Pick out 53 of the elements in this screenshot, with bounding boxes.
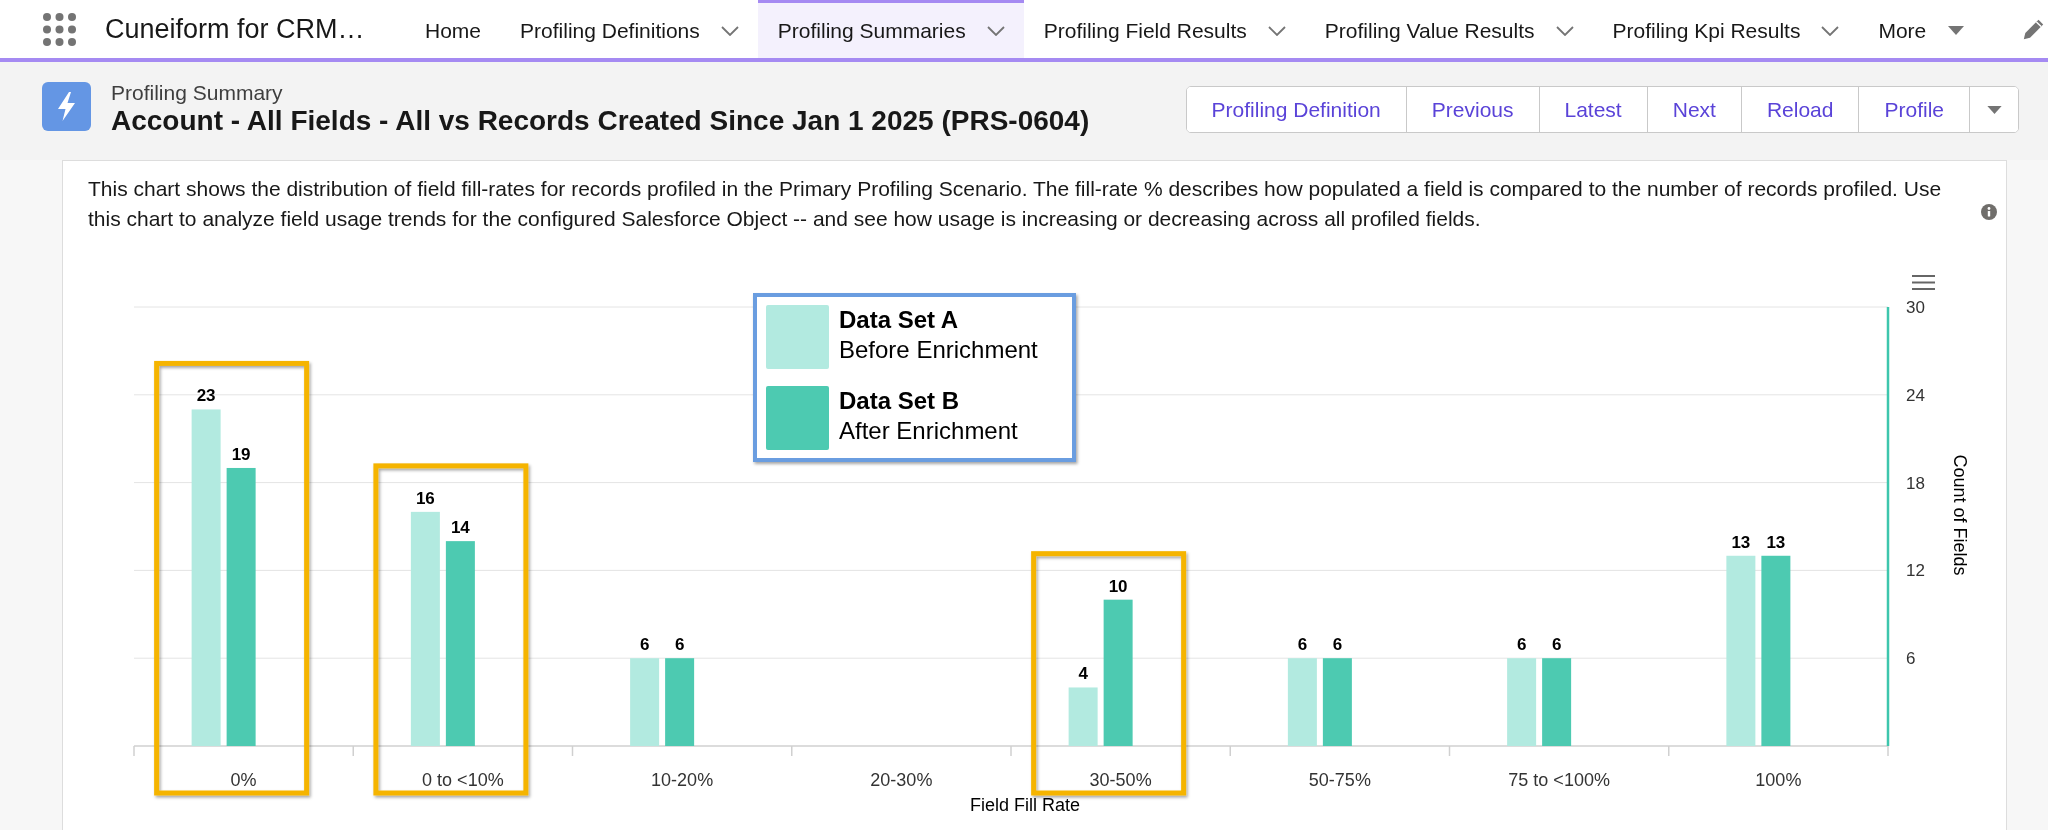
x-tick-label: 10-20% bbox=[651, 770, 714, 790]
y-tick-label: 18 bbox=[1906, 473, 1925, 493]
nav-tab[interactable]: Profiling Kpi Results bbox=[1592, 0, 1859, 58]
data-label: 19 bbox=[231, 444, 251, 464]
y-axis-title: Count of Fields bbox=[1950, 454, 1971, 576]
info-icon[interactable] bbox=[1981, 204, 1997, 220]
data-label: 6 bbox=[1297, 635, 1308, 655]
menu-icon[interactable] bbox=[1911, 275, 1936, 290]
x-tick-label: 50-75% bbox=[1308, 770, 1371, 790]
data-label: 6 bbox=[1332, 635, 1343, 655]
caret-down-icon bbox=[1948, 26, 1965, 35]
x-tick-label: 0 to <10% bbox=[422, 770, 504, 790]
caret-down-icon bbox=[1986, 105, 2002, 114]
data-label: 13 bbox=[1731, 532, 1751, 552]
data-label: 4 bbox=[1078, 664, 1088, 684]
record-title: Account - All Fields - All vs Records Created Since Jan 1 2025 (PRS-0604) bbox=[111, 105, 1090, 137]
data-label: 13 bbox=[1766, 532, 1786, 552]
pencil-icon[interactable] bbox=[2023, 18, 2044, 40]
data-label: 23 bbox=[196, 386, 216, 406]
app-launcher-icon[interactable] bbox=[43, 12, 76, 46]
chart-bar bbox=[1068, 687, 1098, 746]
x-tick-label: 0% bbox=[230, 770, 257, 790]
nav-tab[interactable]: Profiling Definitions bbox=[500, 0, 758, 58]
y-tick-label: 30 bbox=[1906, 298, 1925, 317]
x-tick-label: 75 to <100% bbox=[1508, 770, 1610, 790]
app-name: Cuneiform for CRM… bbox=[105, 12, 365, 46]
x-axis-title: Field Fill Rate bbox=[970, 795, 1080, 815]
x-tick-label: 100% bbox=[1755, 770, 1802, 790]
y-tick-label: 24 bbox=[1906, 385, 1925, 405]
data-label: 16 bbox=[415, 488, 435, 508]
more-tab[interactable]: More bbox=[1858, 0, 1975, 58]
legend-subtitle: After Enrichment bbox=[839, 417, 1018, 444]
data-label: 6 bbox=[1551, 635, 1562, 655]
legend-title: Data Set A bbox=[839, 306, 959, 333]
nav-tab[interactable]: Profiling Summaries bbox=[757, 0, 1024, 58]
record-type-label: Profiling Summary bbox=[111, 80, 284, 105]
nav-tab[interactable]: Profiling Field Results bbox=[1023, 0, 1305, 58]
data-label: 10 bbox=[1108, 576, 1128, 596]
nav-tab[interactable]: Profiling Value Results bbox=[1304, 0, 1593, 58]
y-tick-label: 6 bbox=[1906, 649, 1916, 669]
data-label: 6 bbox=[639, 635, 650, 655]
nav-tab[interactable]: Home bbox=[405, 0, 501, 58]
more-actions-button[interactable] bbox=[1969, 87, 2018, 132]
x-tick-label: 20-30% bbox=[870, 770, 933, 790]
data-label: 6 bbox=[1516, 635, 1527, 655]
chart-description: This chart shows the distribution of field fill-rates for records profiled in the Primary Profiling Scenario. The fill-rate % describes how populated a field is compared to the number of records profiled. Use this chart to analyze field usage trends for the configured Salesforce Object -- and see how usage is increasing or decreasing across all profiled fields. bbox=[88, 176, 1943, 232]
x-tick-label: 30-50% bbox=[1089, 770, 1152, 790]
lightning-bolt-icon bbox=[42, 82, 91, 131]
data-label: 14 bbox=[450, 518, 470, 538]
legend-title: Data Set B bbox=[839, 387, 960, 414]
legend-subtitle: Before Enrichment bbox=[839, 336, 1038, 363]
y-tick-label: 12 bbox=[1906, 561, 1925, 581]
data-label: 6 bbox=[674, 635, 685, 655]
